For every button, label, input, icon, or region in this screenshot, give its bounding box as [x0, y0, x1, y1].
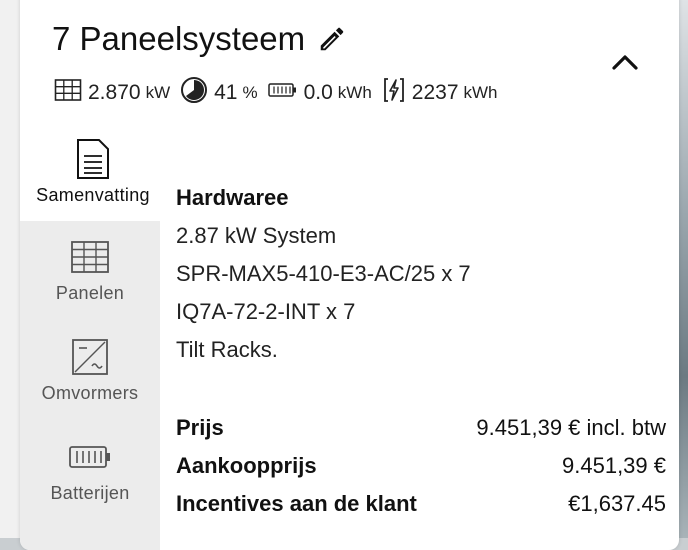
- stat-offset-unit: %: [242, 83, 258, 102]
- system-title-row: 7 Paneelsysteem: [52, 20, 347, 58]
- hardware-line: IQ7A-72-2-INT x 7: [176, 299, 356, 324]
- stat-power-value: 2.870: [88, 81, 141, 104]
- tab-batterijen[interactable]: Batterijen: [20, 431, 160, 519]
- stat-offset-value: 41: [214, 81, 238, 104]
- stat-power-unit: kW: [145, 83, 171, 102]
- stat-power: 2.870 kW: [54, 78, 170, 108]
- stat-battery-value: 0.0: [303, 81, 333, 104]
- hardware-line: Tilt Racks.: [176, 337, 278, 362]
- system-title: 7 Paneelsysteem: [52, 20, 306, 57]
- background-left: [0, 0, 22, 538]
- edit-pencil-icon[interactable]: [317, 24, 347, 54]
- hardware-heading: Hardwaree: [176, 185, 289, 210]
- incentives-row: Incentives aan de klant €1,637.45: [176, 491, 666, 529]
- side-tabs: Samenvatting Panelen Omvormers Batterije…: [20, 133, 166, 550]
- stat-energy: 2237 kWh: [382, 76, 498, 110]
- stat-offset: 41 %: [180, 76, 258, 110]
- offset-gauge-icon: [180, 76, 214, 110]
- price-value: 9.451,39 € incl. btw: [476, 415, 666, 440]
- battery-icon: [68, 433, 112, 481]
- incentives-value: €1,637.45: [568, 491, 666, 516]
- stat-battery: 0.0 kWh: [267, 80, 372, 106]
- tab-samenvatting[interactable]: Samenvatting: [20, 133, 166, 221]
- stat-energy-value: 2237: [411, 81, 459, 104]
- inverter-icon: [71, 333, 109, 381]
- hardware-line: 2.87 kW System: [176, 223, 337, 248]
- tab-batterijen-label: Batterijen: [50, 483, 130, 503]
- price-label: Prijs: [176, 415, 224, 440]
- purchase-price-row: Aankoopprijs 9.451,39 €: [176, 453, 666, 491]
- tab-omvormers-label: Omvormers: [41, 383, 139, 403]
- summary-panel: Hardwaree 2.87 kW System SPR-MAX5-410-E3…: [176, 185, 666, 529]
- energy-icon: [382, 76, 412, 110]
- purchase-price-label: Aankoopprijs: [176, 453, 317, 478]
- panel-grid-icon: [70, 233, 110, 281]
- tab-omvormers[interactable]: Omvormers: [20, 331, 160, 419]
- system-stats: 2.870 kW 41 % 0.0 kWh 2237 kWh: [54, 76, 508, 110]
- hardware-line: SPR-MAX5-410-E3-AC/25 x 7: [176, 261, 471, 286]
- system-card: 7 Paneelsysteem 2.870 kW 41 % 0.0 kWh 22…: [20, 0, 679, 550]
- tab-panelen[interactable]: Panelen: [20, 231, 160, 319]
- document-icon: [76, 135, 110, 183]
- tab-samenvatting-label: Samenvatting: [36, 185, 150, 205]
- collapse-chevron-icon[interactable]: [608, 48, 642, 78]
- solar-panel-icon: [54, 78, 88, 108]
- tab-panelen-label: Panelen: [55, 283, 125, 303]
- purchase-price-value: 9.451,39 €: [562, 453, 666, 478]
- price-row: Prijs 9.451,39 € incl. btw: [176, 415, 666, 453]
- incentives-label: Incentives aan de klant: [176, 491, 417, 516]
- stat-battery-unit: kWh: [337, 83, 372, 102]
- battery-icon: [267, 80, 304, 106]
- stat-energy-unit: kWh: [463, 83, 498, 102]
